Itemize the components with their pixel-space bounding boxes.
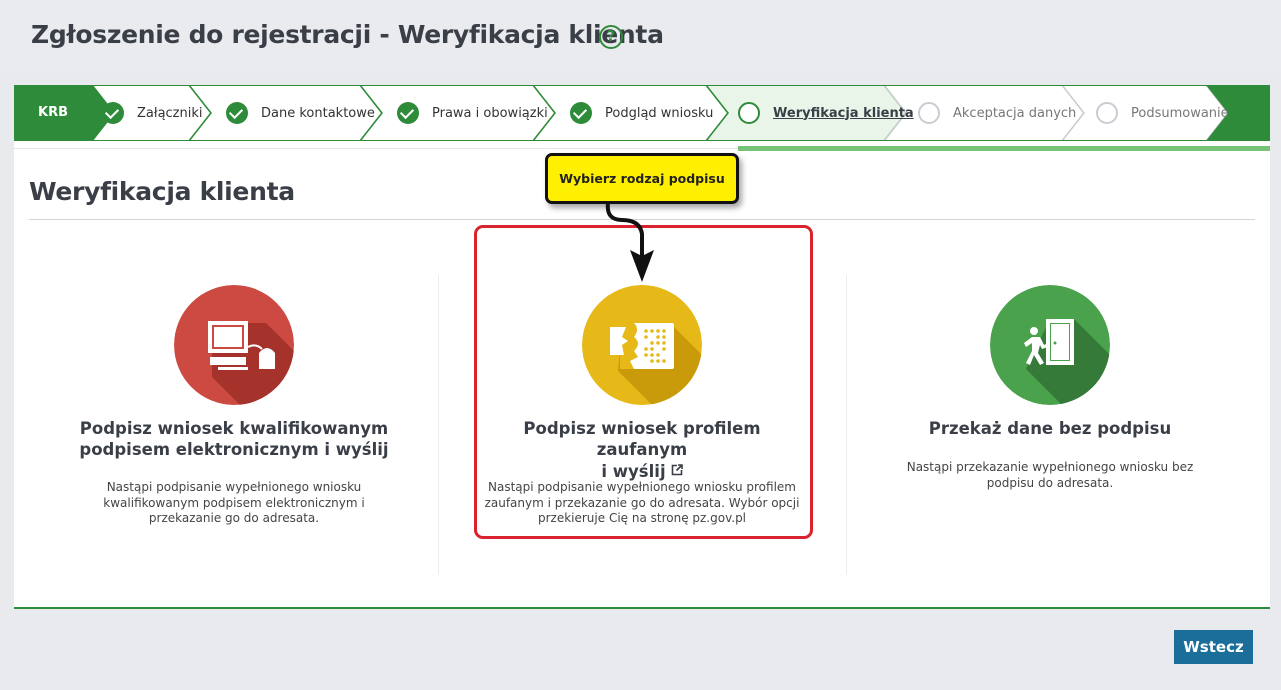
- callout-tooltip: Wybierz rodzaj podpisu: [545, 153, 739, 204]
- option-description: Nastąpi przekazanie wypełnionego wniosku…: [906, 460, 1194, 490]
- step-label: Akceptacja danych: [953, 105, 1077, 121]
- step-prawa-i-obowiazki[interactable]: Prawa i obowiązki: [397, 85, 548, 141]
- back-button[interactable]: Wstecz: [1174, 630, 1253, 664]
- current-step-circle-icon: [738, 102, 760, 124]
- step-label: Załączniki: [137, 105, 203, 121]
- step-label: Podsumowanie: [1131, 105, 1229, 121]
- check-circle-icon: [226, 102, 248, 124]
- step-weryfikacja-klienta[interactable]: Weryfikacja klienta: [738, 85, 914, 141]
- page-header: Zgłoszenie do rejestracji - Weryfikacja …: [0, 0, 1281, 72]
- callout-arrow-icon: [605, 202, 654, 282]
- question-circle-icon[interactable]: ?: [599, 25, 623, 49]
- page-title: Zgłoszenie do rejestracji - Weryfikacja …: [31, 20, 664, 49]
- option-description: Nastąpi podpisanie wypełnionego wniosku …: [103, 480, 365, 525]
- option-title[interactable]: Podpisz wniosek kwalifikowanym podpisem …: [69, 418, 399, 460]
- step-label: Prawa i obowiązki: [432, 105, 548, 121]
- computer-card-reader-icon[interactable]: [174, 285, 294, 405]
- empty-circle-icon: [918, 102, 940, 124]
- step-podglad-wniosku[interactable]: Podgląd wniosku: [570, 85, 713, 141]
- section-title: Weryfikacja klienta: [29, 177, 295, 206]
- step-label: Dane kontaktowe: [261, 105, 375, 121]
- stepper: KRB Załączniki Dane kontaktowe Prawa i o…: [14, 85, 1270, 141]
- check-circle-icon: [570, 102, 592, 124]
- check-circle-icon: [397, 102, 419, 124]
- footer-divider: [14, 607, 1270, 609]
- step-label: Podgląd wniosku: [605, 105, 714, 121]
- step-akceptacja-danych: Akceptacja danych: [918, 85, 1076, 141]
- step-zalaczniki[interactable]: Załączniki: [102, 85, 203, 141]
- column-divider: [438, 275, 439, 575]
- current-step-indicator: [738, 146, 1270, 151]
- stepper-start-krb: KRB: [38, 105, 68, 120]
- option-title[interactable]: Przekaż dane bez podpisu: [885, 418, 1215, 439]
- exit-door-icon[interactable]: [990, 285, 1110, 405]
- step-label: Weryfikacja klienta: [773, 105, 914, 121]
- column-divider: [846, 275, 847, 575]
- step-dane-kontaktowe[interactable]: Dane kontaktowe: [226, 85, 375, 141]
- check-circle-icon: [102, 102, 124, 124]
- empty-circle-icon: [1096, 102, 1118, 124]
- step-podsumowanie: Podsumowanie: [1096, 85, 1229, 141]
